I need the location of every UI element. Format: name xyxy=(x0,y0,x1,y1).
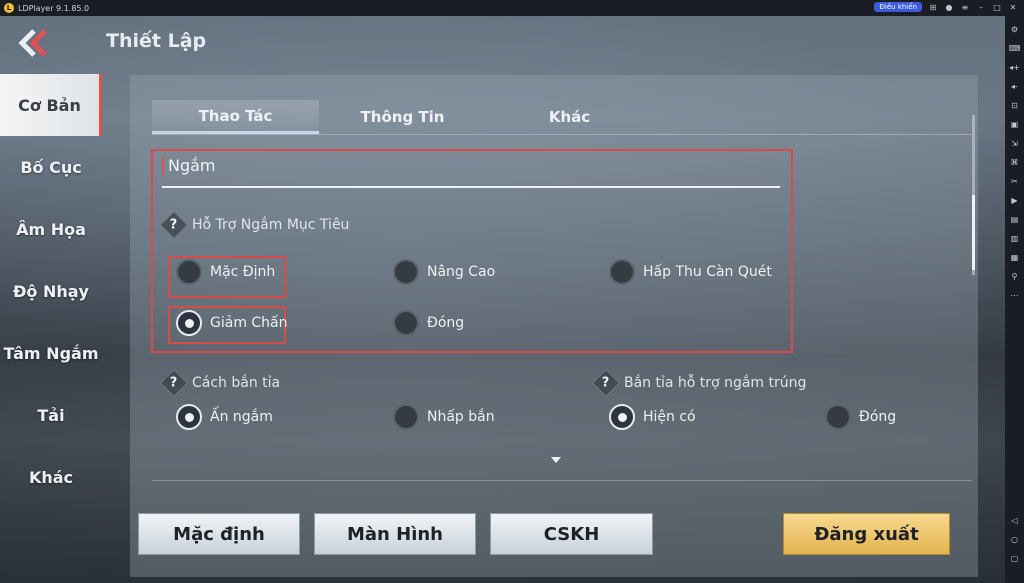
help-icon[interactable]: ? xyxy=(159,210,189,240)
back-arrow-icon[interactable] xyxy=(14,28,50,58)
radio-hien-co[interactable]: Hiện có xyxy=(609,404,696,430)
support-button[interactable]: CSKH xyxy=(490,513,653,555)
control-button[interactable]: Điều khiển xyxy=(874,2,922,12)
tab-khac[interactable]: Khác xyxy=(486,100,653,134)
radio-label: Giảm Chấn xyxy=(210,315,288,331)
radio-label: Nâng Cao xyxy=(427,264,496,280)
bottom-divider xyxy=(152,480,972,481)
location-icon[interactable]: ⚲ xyxy=(1005,267,1024,286)
tab-thong-tin[interactable]: Thông Tin xyxy=(319,100,486,134)
radio-giam-chan[interactable]: Giảm Chấn xyxy=(176,310,288,336)
folder-icon[interactable]: ▤ xyxy=(1005,210,1024,229)
screen-button[interactable]: Màn Hình xyxy=(314,513,476,555)
sniper-assist-label: Bắn tỉa hỗ trợ ngắm trúng xyxy=(624,375,807,391)
sniper-assist-question: ? Bắn tỉa hỗ trợ ngắm trúng xyxy=(591,368,807,398)
gamepad-icon[interactable]: ⊞ xyxy=(928,2,938,12)
radio-circle-selected[interactable] xyxy=(176,404,202,430)
radio-dong[interactable]: Đóng xyxy=(393,310,464,336)
radio-circle[interactable] xyxy=(393,259,419,285)
sidenav-item-tam-ngam[interactable]: Tâm Ngắm xyxy=(0,322,102,384)
home-icon[interactable]: ○ xyxy=(1005,530,1024,549)
fire-mode-label: Cách bắn tỉa xyxy=(192,375,281,391)
sidenav-item-co-ban[interactable]: Cơ Bản xyxy=(0,74,102,136)
fire-mode-question: ? Cách bắn tỉa xyxy=(159,368,281,398)
sidenav-item-bo-cuc[interactable]: Bố Cục xyxy=(0,136,102,198)
scroll-down-icon[interactable] xyxy=(551,457,561,463)
radio-circle[interactable] xyxy=(393,310,419,336)
shake-icon[interactable]: ⌘ xyxy=(1005,153,1024,172)
tab-thao-tac[interactable]: Thao Tác xyxy=(152,100,319,134)
window-icon[interactable]: ▣ xyxy=(1005,115,1024,134)
radio-hap-thu-can-quet[interactable]: Hấp Thu Càn Quét xyxy=(609,259,772,285)
radio-circle[interactable] xyxy=(393,404,419,430)
radio-label: Đóng xyxy=(427,315,465,331)
screenshot-icon[interactable]: ⊡ xyxy=(1005,96,1024,115)
radio-dong-assist[interactable]: Đóng xyxy=(825,404,896,430)
maximize-icon[interactable]: □ xyxy=(992,2,1002,12)
game-screen: Thiết Lập Cơ Bản Bố Cục Âm Họa Độ Nhạy T… xyxy=(0,16,1005,583)
radio-an-ngam[interactable]: Ấn ngắm xyxy=(176,404,273,430)
settings-icon[interactable]: ⚙ xyxy=(1005,20,1024,39)
radio-label: Nhấp bắn xyxy=(427,409,495,425)
help-icon[interactable]: ? xyxy=(159,368,189,398)
settings-panel: Thao Tác Thông Tin Khác Ngắm ? Hỗ Trợ Ng… xyxy=(130,75,978,577)
settings-tabs: Thao Tác Thông Tin Khác xyxy=(152,100,653,134)
close-icon[interactable]: ✕ xyxy=(1008,2,1018,12)
radio-circle[interactable] xyxy=(825,404,851,430)
resize-icon[interactable]: ⇲ xyxy=(1005,134,1024,153)
radio-mac-dinh[interactable]: Mặc Định xyxy=(176,259,275,285)
aim-assist-label: Hỗ Trợ Ngắm Mục Tiêu xyxy=(192,217,350,233)
volume-up-icon[interactable]: ◂+ xyxy=(1005,58,1024,77)
tab-divider xyxy=(152,134,972,135)
radio-label: Ấn ngắm xyxy=(210,409,273,425)
sidenav-item-khac[interactable]: Khác xyxy=(0,446,102,508)
sidenav-item-do-nhay[interactable]: Độ Nhạy xyxy=(0,260,102,322)
radio-label: Mặc Định xyxy=(210,264,276,280)
radio-circle[interactable] xyxy=(176,259,202,285)
cut-icon[interactable]: ✂ xyxy=(1005,172,1024,191)
aim-section-underline xyxy=(162,186,780,188)
radio-circle[interactable] xyxy=(609,259,635,285)
page-title: Thiết Lập xyxy=(106,30,207,52)
menu-icon[interactable]: ≡ xyxy=(960,2,970,12)
emulator-side-toolbar: ⚙ ⌨ ◂+ ◂- ⊡ ▣ ⇲ ⌘ ✂ ▶ ▤ ▥ ▦ ⚲ ⋯ ◁ ○ ▢ xyxy=(1005,16,1024,583)
scrollbar[interactable] xyxy=(972,115,975,275)
record-icon[interactable]: ▶ xyxy=(1005,191,1024,210)
ldplayer-logo-icon: L xyxy=(4,3,14,13)
radio-label: Đóng xyxy=(859,409,897,425)
radio-label: Hiện có xyxy=(643,409,696,425)
sidenav-item-tai[interactable]: Tải xyxy=(0,384,102,446)
logout-button[interactable]: Đăng xuất xyxy=(783,513,950,555)
radio-nang-cao[interactable]: Nâng Cao xyxy=(393,259,495,285)
aim-assist-question: ? Hỗ Trợ Ngắm Mục Tiêu xyxy=(159,210,350,240)
back-icon[interactable]: ◁ xyxy=(1005,511,1024,530)
radio-label: Hấp Thu Càn Quét xyxy=(643,264,772,280)
radio-circle-selected[interactable] xyxy=(176,310,202,336)
section-marker xyxy=(162,157,164,175)
user-icon[interactable]: ● xyxy=(944,2,954,12)
minimize-icon[interactable]: – xyxy=(976,2,986,12)
sidenav-item-am-hoa[interactable]: Âm Họa xyxy=(0,198,102,260)
default-button[interactable]: Mặc định xyxy=(138,513,300,555)
help-icon[interactable]: ? xyxy=(591,368,621,398)
keyboard-icon[interactable]: ⌨ xyxy=(1005,39,1024,58)
more-icon[interactable]: ⋯ xyxy=(1005,286,1024,305)
apk-icon[interactable]: ▦ xyxy=(1005,248,1024,267)
aim-section-heading: Ngắm xyxy=(168,156,216,175)
emulator-title: LDPlayer 9.1.85.0 xyxy=(18,3,90,13)
radio-nhap-ban[interactable]: Nhấp bắn xyxy=(393,404,495,430)
emulator-title-bar: L LDPlayer 9.1.85.0 Điều khiển ⊞ ● ≡ – □… xyxy=(0,0,1024,16)
radio-circle-selected[interactable] xyxy=(609,404,635,430)
multi-icon[interactable]: ▥ xyxy=(1005,229,1024,248)
scrollbar-thumb[interactable] xyxy=(972,195,975,270)
recent-icon[interactable]: ▢ xyxy=(1005,549,1024,568)
settings-sidenav: Cơ Bản Bố Cục Âm Họa Độ Nhạy Tâm Ngắm Tả… xyxy=(0,74,102,508)
volume-down-icon[interactable]: ◂- xyxy=(1005,77,1024,96)
